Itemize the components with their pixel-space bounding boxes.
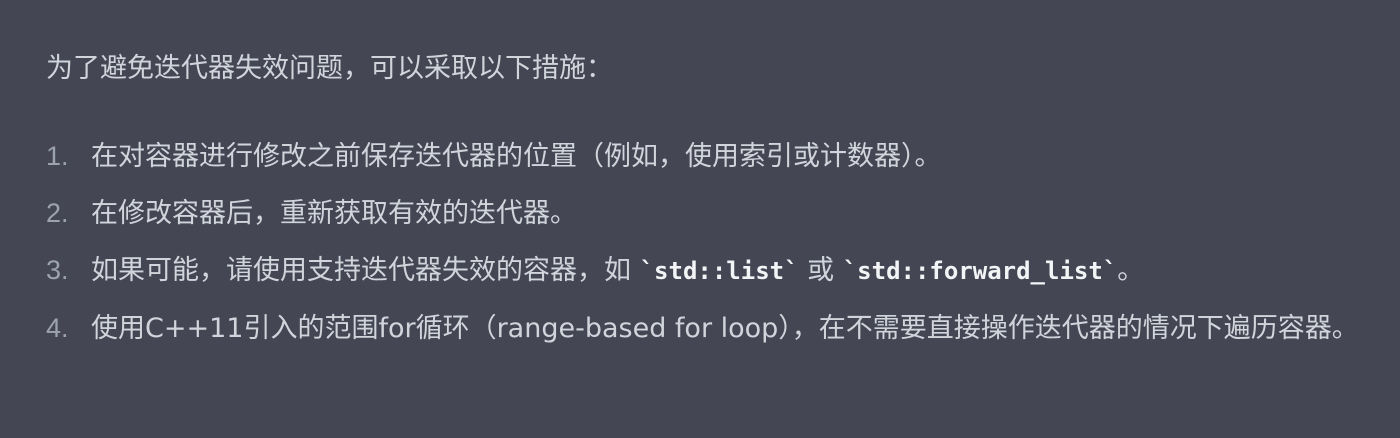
text-before-code: 如果可能，请使用支持迭代器失效的容器，如	[91, 255, 640, 286]
inline-code-std-forward-list: `std::forward_list`	[842, 257, 1118, 285]
list-item-text: 如果可能，请使用支持迭代器失效的容器，如 `std::list` 或 `std:…	[91, 242, 1359, 300]
list-item: 1. 在对容器进行修改之前保存迭代器的位置（例如，使用索引或计数器）。	[46, 128, 1366, 185]
list-item: 3. 如果可能，请使用支持迭代器失效的容器，如 `std::list` 或 `s…	[46, 242, 1366, 300]
text-after-code: 。	[1117, 255, 1145, 286]
measures-list: 1. 在对容器进行修改之前保存迭代器的位置（例如，使用索引或计数器）。 2. 在…	[46, 128, 1366, 357]
list-number: 3.	[46, 255, 69, 285]
list-item-text: 在修改容器后，重新获取有效的迭代器。	[91, 198, 577, 229]
list-item: 4. 使用C++11引入的范围for循环（range-based for loo…	[46, 300, 1366, 357]
list-number: 2.	[46, 198, 69, 228]
list-item: 2. 在修改容器后，重新获取有效的迭代器。	[46, 185, 1366, 242]
list-item-text: 使用C++11引入的范围for循环（range-based for loop），…	[91, 313, 1359, 344]
list-item-text: 在对容器进行修改之前保存迭代器的位置（例如，使用索引或计数器）。	[91, 141, 942, 172]
text-between-code: 或	[798, 255, 843, 286]
assistant-message: 为了避免迭代器失效问题，可以采取以下措施： 1. 在对容器进行修改之前保存迭代器…	[46, 47, 1366, 357]
list-number: 4.	[46, 313, 69, 343]
inline-code-std-list: `std::list`	[639, 257, 799, 285]
message-intro: 为了避免迭代器失效问题，可以采取以下措施：	[46, 53, 613, 84]
list-number: 1.	[46, 141, 69, 171]
